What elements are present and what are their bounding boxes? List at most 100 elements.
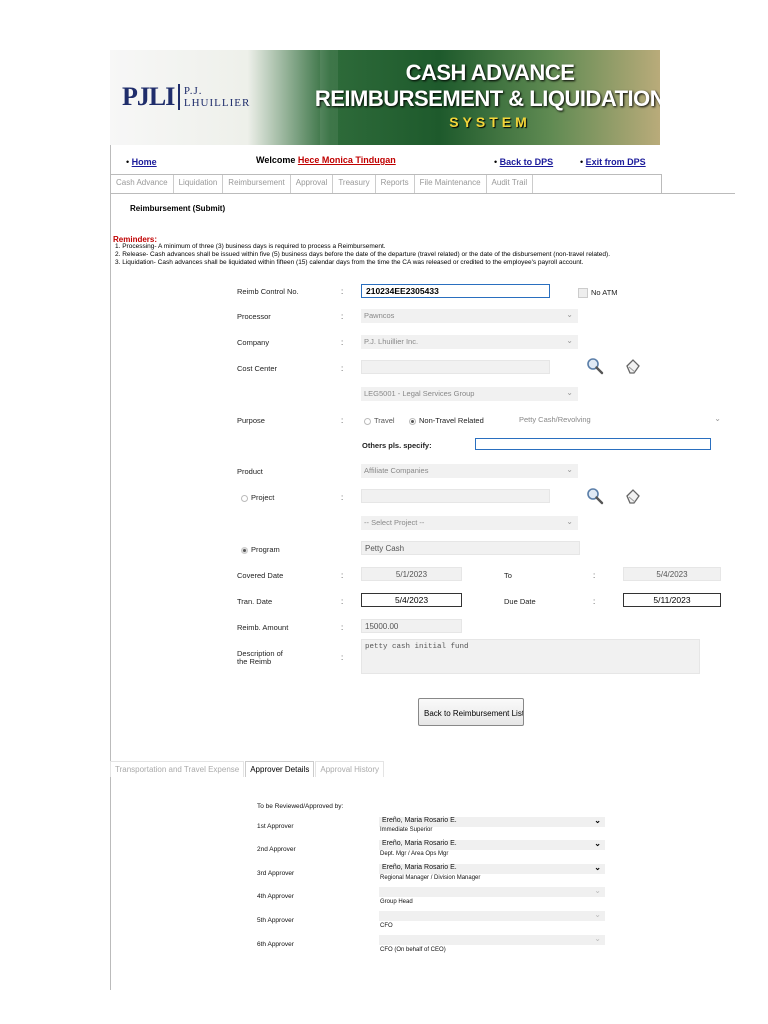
approvers-heading: To be Reviewed/Approved by: [257, 803, 344, 810]
tab-cash-advance[interactable]: Cash Advance [111, 175, 174, 193]
due-date-label: Due Date [504, 597, 536, 606]
approver-2-select[interactable]: Ereño, Maria Rosario E. ⌄ [379, 839, 605, 850]
due-date-field[interactable]: 5/11/2023 [623, 593, 721, 607]
program-option[interactable]: Program [241, 545, 280, 554]
chevron-down-icon: ⌄ [594, 863, 601, 872]
chevron-down-icon: ⌄ [566, 310, 573, 319]
tab-approval-history[interactable]: Approval History [315, 761, 385, 777]
tab-reports[interactable]: Reports [376, 175, 415, 193]
colon: : [341, 338, 344, 347]
to-label: To [504, 571, 512, 580]
non-travel-label: Non-Travel Related [419, 416, 484, 425]
company-value: P.J. Lhuillier Inc. [364, 337, 419, 346]
tab-treasury[interactable]: Treasury [333, 175, 376, 193]
tab-file-maintenance[interactable]: File Maintenance [415, 175, 487, 193]
company-label: Company [237, 338, 270, 347]
product-select[interactable]: Affiliate Companies ⌄ [361, 464, 578, 478]
banner-title-line3: SYSTEM [449, 114, 531, 130]
approver-5-label: 5th Approver [257, 917, 294, 924]
purpose-travel-option[interactable]: Travel [364, 416, 395, 425]
non-travel-radio[interactable] [409, 417, 416, 425]
detail-tab-bar: Transportation and Travel Expense Approv… [110, 761, 385, 777]
approver-6-role: CFO (On behalf of CEO) [380, 947, 446, 953]
nav-home[interactable]: • Home [126, 157, 157, 167]
eraser-icon[interactable] [624, 358, 642, 376]
colon: : [341, 364, 344, 373]
approver-4-role: Group Head [380, 899, 413, 905]
approver-4-label: 4th Approver [257, 893, 294, 900]
chevron-down-icon: ⌄ [566, 465, 573, 474]
project-field[interactable] [361, 489, 550, 503]
amount-field: 15000.00 [361, 619, 462, 633]
control-no-field[interactable]: 210234EE2305433 [361, 284, 550, 298]
tran-date-field[interactable]: 5/4/2023 [361, 593, 462, 607]
colon: : [593, 597, 596, 606]
others-label: Others pls. specify: [362, 441, 432, 450]
travel-radio[interactable] [364, 417, 371, 425]
approver-2-label: 2nd Approver [257, 846, 296, 853]
approver-6-label: 6th Approver [257, 941, 294, 948]
approver-3-role: Regional Manager / Division Manager [380, 875, 481, 881]
eraser-icon[interactable] [624, 488, 642, 506]
processor-select[interactable]: Pawncos ⌄ [361, 309, 578, 323]
page-title: Reimbursement (Submit) [130, 204, 226, 213]
colon: : [593, 571, 596, 580]
project-label: Project [251, 493, 275, 502]
colon: : [341, 416, 344, 425]
approver-4-select[interactable]: ⌄ [379, 886, 605, 897]
chevron-down-icon: ⌄ [714, 414, 721, 423]
search-icon[interactable] [586, 357, 604, 375]
colon: : [341, 653, 344, 662]
others-specify-field[interactable] [475, 438, 711, 450]
product-value: Affiliate Companies [364, 466, 429, 475]
exit-dps-link[interactable]: Exit from DPS [586, 157, 646, 167]
company-logo: PJLI P.J. LHUILLIER [122, 80, 252, 114]
approver-6-select[interactable]: ⌄ [379, 934, 605, 945]
project-select[interactable]: -- Select Project -- ⌄ [361, 516, 578, 530]
chevron-down-icon: ⌄ [594, 910, 601, 919]
chevron-down-icon: ⌄ [594, 839, 601, 848]
company-select[interactable]: P.J. Lhuillier Inc. ⌄ [361, 335, 578, 349]
chevron-down-icon: ⌄ [566, 388, 573, 397]
colon: : [341, 571, 344, 580]
approver-5-select[interactable]: ⌄ [379, 910, 605, 921]
home-link[interactable]: Home [132, 157, 157, 167]
reminder-item: 3. Liquidation- Cash advances shall be l… [115, 259, 584, 266]
approver-3-select[interactable]: Ereño, Maria Rosario E. ⌄ [379, 863, 605, 874]
nav-back[interactable]: • Back to DPS [494, 157, 553, 167]
project-option[interactable]: Project [241, 493, 274, 502]
tab-approver-details[interactable]: Approver Details [245, 761, 315, 777]
search-icon[interactable] [586, 487, 604, 505]
cost-center-select-value: LEG5001 - Legal Services Group [364, 389, 475, 398]
project-radio[interactable] [241, 494, 248, 502]
tab-reimbursement[interactable]: Reimbursement [223, 175, 291, 193]
tab-liquidation[interactable]: Liquidation [174, 175, 224, 193]
approver-1-select[interactable]: Ereño, Maria Rosario E. ⌄ [379, 816, 605, 827]
reminder-item: 2. Release- Cash advances shall be issue… [115, 251, 610, 258]
purpose-select[interactable]: Petty Cash/Revolving ⌄ [516, 413, 726, 427]
colon: : [341, 312, 344, 321]
no-atm-label: No ATM [591, 288, 618, 297]
cost-center-select[interactable]: LEG5001 - Legal Services Group ⌄ [361, 387, 578, 401]
processor-value: Pawncos [364, 311, 395, 320]
purpose-nontravel-option[interactable]: Non-Travel Related [409, 416, 484, 425]
program-radio[interactable] [241, 546, 248, 554]
nav-exit[interactable]: • Exit from DPS [580, 157, 646, 167]
chevron-down-icon: ⌄ [594, 816, 601, 825]
app-banner: PJLI P.J. LHUILLIER CASH ADVANCE REIMBUR… [110, 50, 660, 145]
no-atm-checkbox-wrap[interactable]: No ATM [578, 288, 618, 299]
cost-center-field[interactable] [361, 360, 550, 374]
program-field: Petty Cash [361, 541, 580, 555]
back-to-list-button[interactable]: Back to Reimbursement List [418, 698, 524, 726]
tab-approval[interactable]: Approval [291, 175, 334, 193]
approver-2-role: Dept. Mgr / Area Ops Mgr [380, 851, 449, 857]
approver-3-name: Ereño, Maria Rosario E. [382, 864, 457, 871]
no-atm-checkbox[interactable] [578, 288, 588, 299]
tab-audit-trail[interactable]: Audit Trail [487, 175, 534, 193]
back-to-dps-link[interactable]: Back to DPS [500, 157, 554, 167]
covered-date-label: Covered Date [237, 571, 284, 580]
control-no-label: Reimb Control No. [237, 287, 299, 296]
tab-transportation[interactable]: Transportation and Travel Expense [110, 761, 245, 777]
logo-name: P.J. LHUILLIER [183, 85, 251, 109]
covered-from-field: 5/1/2023 [361, 567, 462, 581]
